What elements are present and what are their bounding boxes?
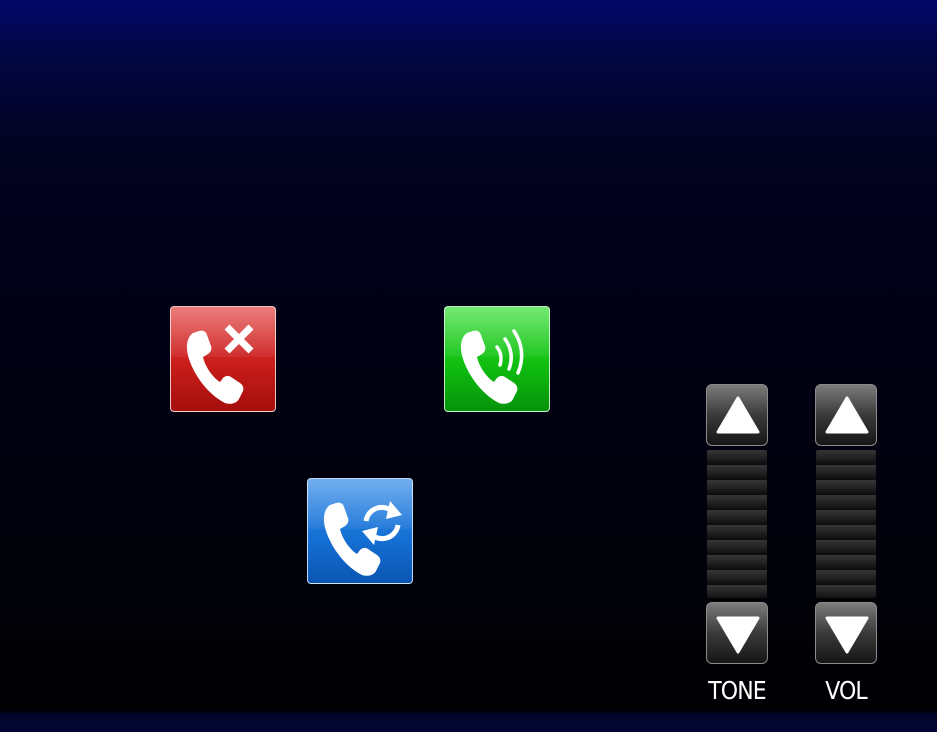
volume-label: VOL bbox=[825, 676, 867, 705]
tone-slider-track[interactable] bbox=[707, 450, 767, 598]
volume-down-button[interactable] bbox=[815, 602, 877, 664]
tone-up-button[interactable] bbox=[706, 384, 768, 446]
swap-call-button[interactable] bbox=[307, 478, 413, 584]
volume-up-button[interactable] bbox=[815, 384, 877, 446]
answer-call-button[interactable] bbox=[444, 306, 550, 412]
phone-reject-icon bbox=[186, 324, 254, 404]
phone-ringing-icon bbox=[460, 329, 524, 404]
tone-label: TONE bbox=[708, 676, 766, 705]
phone-swap-icon bbox=[323, 501, 402, 576]
arrow-up-icon bbox=[716, 396, 760, 434]
arrow-up-icon bbox=[825, 396, 869, 434]
tone-down-button[interactable] bbox=[706, 602, 768, 664]
call-screen: TONE VOL bbox=[0, 0, 937, 732]
arrow-down-icon bbox=[825, 616, 869, 654]
reject-call-button[interactable] bbox=[170, 306, 276, 412]
volume-slider-track[interactable] bbox=[816, 450, 876, 598]
arrow-down-icon bbox=[716, 616, 760, 654]
